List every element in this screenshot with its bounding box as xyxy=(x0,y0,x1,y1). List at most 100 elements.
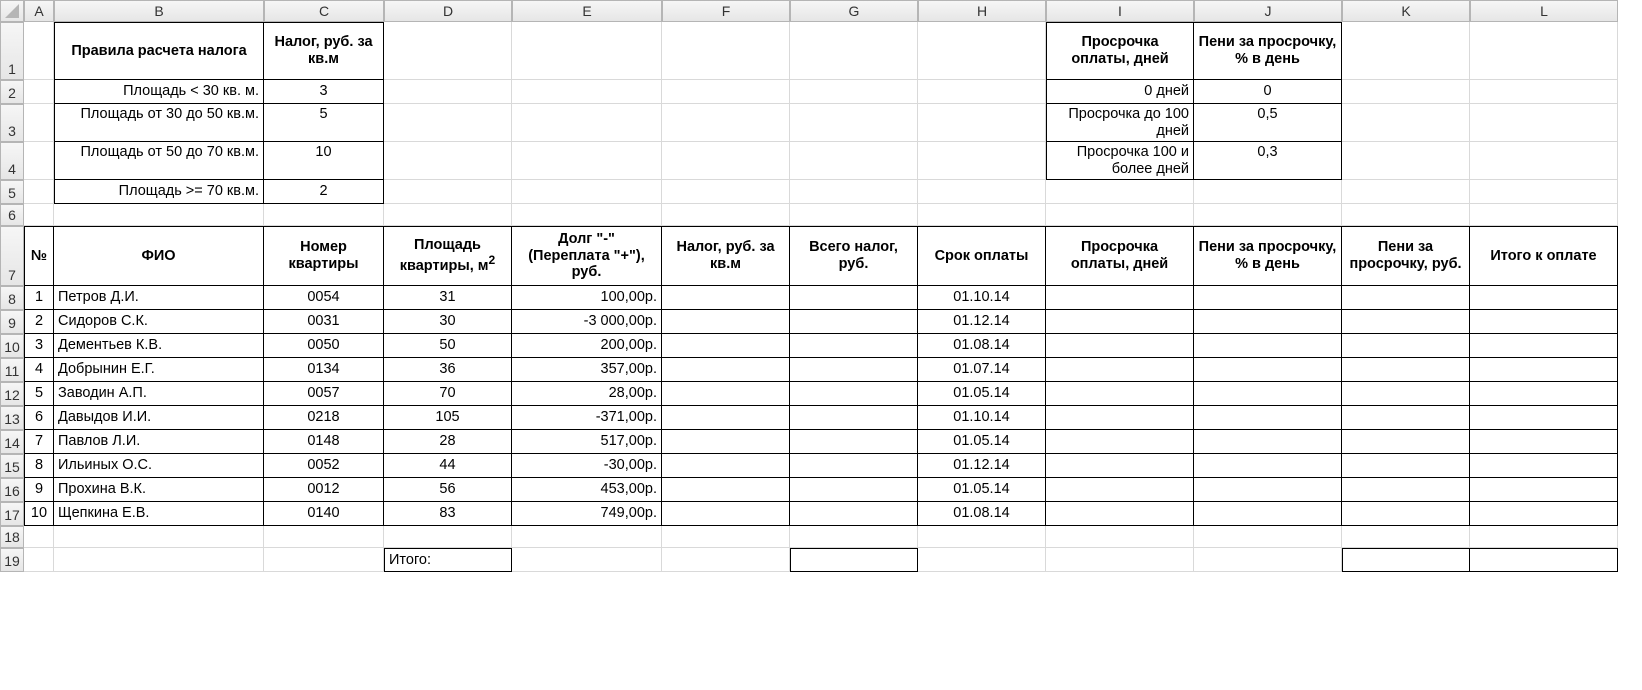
cell-L18[interactable] xyxy=(1470,526,1618,548)
cell-D13[interactable]: 105 xyxy=(384,406,512,430)
cell-E19[interactable] xyxy=(512,548,662,572)
col-header-A[interactable]: A xyxy=(24,0,54,22)
row-header-13[interactable]: 13 xyxy=(0,406,24,430)
cell-E14[interactable]: 517,00р. xyxy=(512,430,662,454)
cell-C13[interactable]: 0218 xyxy=(264,406,384,430)
cell-C9[interactable]: 0031 xyxy=(264,310,384,334)
cell-A12[interactable]: 5 xyxy=(24,382,54,406)
cell-G19[interactable] xyxy=(790,548,918,572)
cell-B8[interactable]: Петров Д.И. xyxy=(54,286,264,310)
cell-F10[interactable] xyxy=(662,334,790,358)
row-header-14[interactable]: 14 xyxy=(0,430,24,454)
cell-E7[interactable]: Долг "-" (Переплата "+"), руб. xyxy=(512,226,662,286)
cell-B14[interactable]: Павлов Л.И. xyxy=(54,430,264,454)
cell-K11[interactable] xyxy=(1342,358,1470,382)
cell-J19[interactable] xyxy=(1194,548,1342,572)
cell-L5[interactable] xyxy=(1470,180,1618,204)
row-header-10[interactable]: 10 xyxy=(0,334,24,358)
cell-K12[interactable] xyxy=(1342,382,1470,406)
col-header-H[interactable]: H xyxy=(918,0,1046,22)
cell-H8[interactable]: 01.10.14 xyxy=(918,286,1046,310)
row-header-4[interactable]: 4 xyxy=(0,142,24,180)
cell-J14[interactable] xyxy=(1194,430,1342,454)
cell-A4[interactable] xyxy=(24,142,54,180)
cell-L2[interactable] xyxy=(1470,80,1618,104)
cell-H2[interactable] xyxy=(918,80,1046,104)
cell-F16[interactable] xyxy=(662,478,790,502)
cell-H1[interactable] xyxy=(918,22,1046,80)
cell-H3[interactable] xyxy=(918,104,1046,142)
cell-F4[interactable] xyxy=(662,142,790,180)
cell-J4[interactable]: 0,3 xyxy=(1194,142,1342,180)
cell-E8[interactable]: 100,00р. xyxy=(512,286,662,310)
cell-D7[interactable]: Площадь квартиры, м2 xyxy=(384,226,512,286)
cell-B9[interactable]: Сидоров С.К. xyxy=(54,310,264,334)
spreadsheet[interactable]: A B C D E F G H I J K L 1 Правила расчет… xyxy=(0,0,1642,572)
cell-C8[interactable]: 0054 xyxy=(264,286,384,310)
cell-D4[interactable] xyxy=(384,142,512,180)
cell-F13[interactable] xyxy=(662,406,790,430)
cell-H17[interactable]: 01.08.14 xyxy=(918,502,1046,526)
cell-B5[interactable]: Площадь >= 70 кв.м. xyxy=(54,180,264,204)
cell-D15[interactable]: 44 xyxy=(384,454,512,478)
cell-K18[interactable] xyxy=(1342,526,1470,548)
cell-I13[interactable] xyxy=(1046,406,1194,430)
cell-B15[interactable]: Ильиных О.С. xyxy=(54,454,264,478)
cell-B10[interactable]: Дементьев К.В. xyxy=(54,334,264,358)
row-header-11[interactable]: 11 xyxy=(0,358,24,382)
cell-G18[interactable] xyxy=(790,526,918,548)
cell-F18[interactable] xyxy=(662,526,790,548)
cell-D9[interactable]: 30 xyxy=(384,310,512,334)
cell-D18[interactable] xyxy=(384,526,512,548)
cell-G1[interactable] xyxy=(790,22,918,80)
cell-G13[interactable] xyxy=(790,406,918,430)
cell-A8[interactable]: 1 xyxy=(24,286,54,310)
cell-H9[interactable]: 01.12.14 xyxy=(918,310,1046,334)
cell-K2[interactable] xyxy=(1342,80,1470,104)
cell-I14[interactable] xyxy=(1046,430,1194,454)
row-header-1[interactable]: 1 xyxy=(0,22,24,80)
cell-F12[interactable] xyxy=(662,382,790,406)
row-header-19[interactable]: 19 xyxy=(0,548,24,572)
row-header-8[interactable]: 8 xyxy=(0,286,24,310)
cell-F15[interactable] xyxy=(662,454,790,478)
cell-C5[interactable]: 2 xyxy=(264,180,384,204)
cell-H4[interactable] xyxy=(918,142,1046,180)
cell-A9[interactable]: 2 xyxy=(24,310,54,334)
cell-D5[interactable] xyxy=(384,180,512,204)
cell-J6[interactable] xyxy=(1194,204,1342,226)
col-header-G[interactable]: G xyxy=(790,0,918,22)
row-header-3[interactable]: 3 xyxy=(0,104,24,142)
select-all-corner[interactable] xyxy=(0,0,24,22)
cell-L8[interactable] xyxy=(1470,286,1618,310)
cell-C11[interactable]: 0134 xyxy=(264,358,384,382)
cell-L15[interactable] xyxy=(1470,454,1618,478)
cell-B1[interactable]: Правила расчета налога xyxy=(54,22,264,80)
cell-K10[interactable] xyxy=(1342,334,1470,358)
cell-E17[interactable]: 749,00р. xyxy=(512,502,662,526)
cell-L13[interactable] xyxy=(1470,406,1618,430)
cell-I1[interactable]: Просрочка оплаты, дней xyxy=(1046,22,1194,80)
cell-D6[interactable] xyxy=(384,204,512,226)
cell-J11[interactable] xyxy=(1194,358,1342,382)
cell-A7[interactable]: № xyxy=(24,226,54,286)
cell-F9[interactable] xyxy=(662,310,790,334)
cell-D3[interactable] xyxy=(384,104,512,142)
cell-A13[interactable]: 6 xyxy=(24,406,54,430)
cell-K5[interactable] xyxy=(1342,180,1470,204)
cell-L17[interactable] xyxy=(1470,502,1618,526)
cell-A14[interactable]: 7 xyxy=(24,430,54,454)
cell-L12[interactable] xyxy=(1470,382,1618,406)
cell-G5[interactable] xyxy=(790,180,918,204)
cell-D2[interactable] xyxy=(384,80,512,104)
cell-C14[interactable]: 0148 xyxy=(264,430,384,454)
cell-G11[interactable] xyxy=(790,358,918,382)
cell-E15[interactable]: -30,00р. xyxy=(512,454,662,478)
cell-L9[interactable] xyxy=(1470,310,1618,334)
cell-A10[interactable]: 3 xyxy=(24,334,54,358)
col-header-D[interactable]: D xyxy=(384,0,512,22)
cell-D10[interactable]: 50 xyxy=(384,334,512,358)
cell-D8[interactable]: 31 xyxy=(384,286,512,310)
cell-I16[interactable] xyxy=(1046,478,1194,502)
cell-G3[interactable] xyxy=(790,104,918,142)
